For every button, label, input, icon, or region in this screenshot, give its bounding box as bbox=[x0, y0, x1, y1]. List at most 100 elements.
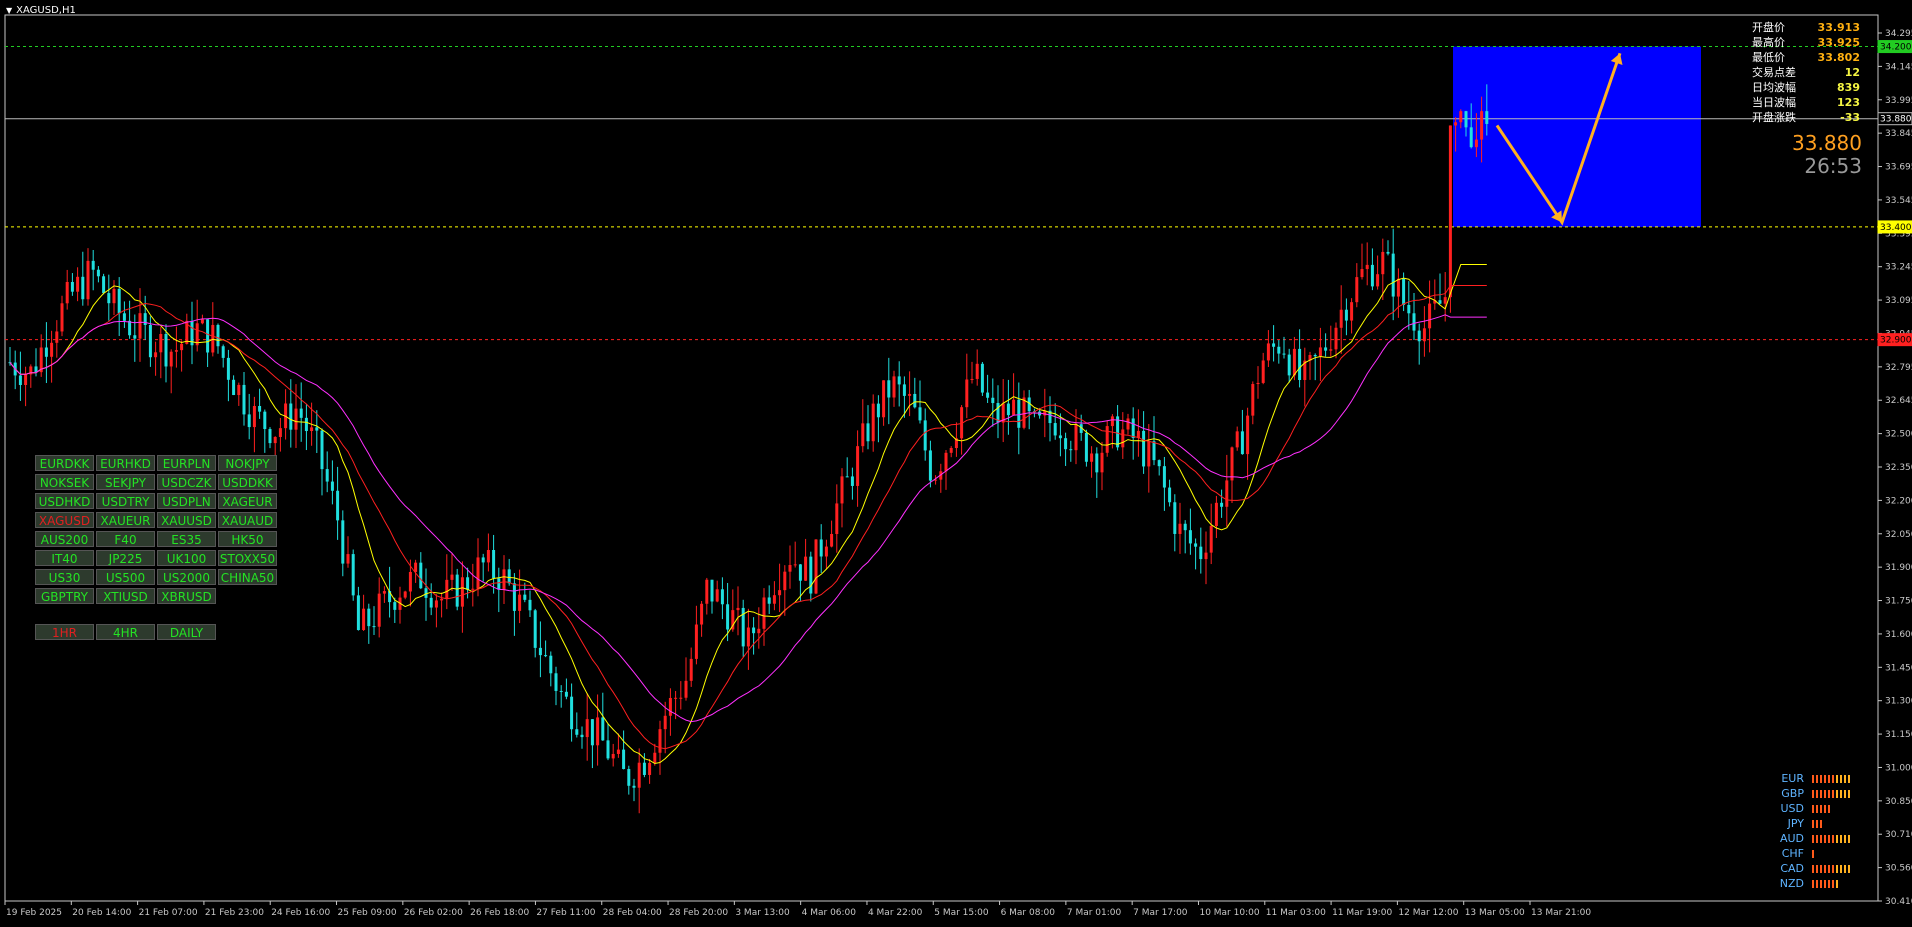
currency-name: EUR bbox=[1781, 772, 1804, 785]
candle-body bbox=[1022, 397, 1026, 428]
symbol-button-xauusd[interactable]: XAUUSD bbox=[157, 512, 216, 528]
candle-body bbox=[252, 405, 256, 428]
candle-body bbox=[601, 717, 605, 741]
info-row: 交易点差 12 bbox=[1752, 65, 1860, 80]
x-tick-label: 12 Mar 12:00 bbox=[1398, 908, 1458, 918]
price-chart[interactable]: 34.29534.14533.99533.84533.69533.54533.3… bbox=[0, 0, 1912, 927]
candle-body bbox=[679, 697, 683, 699]
timeframe-button-4hr[interactable]: 4HR bbox=[96, 624, 155, 640]
info-label: 开盘价 bbox=[1752, 21, 1785, 34]
x-tick-label: 11 Mar 03:00 bbox=[1266, 908, 1326, 918]
info-value: 839 bbox=[1837, 81, 1860, 94]
window-title: ▼ XAGUSD,H1 bbox=[6, 5, 76, 16]
candle-body bbox=[1412, 313, 1416, 331]
symbol-button-stoxx50[interactable]: STOXX50 bbox=[218, 550, 277, 566]
symbol-button-sekjpy[interactable]: SEKJPY bbox=[96, 474, 155, 490]
candle-body bbox=[91, 260, 95, 270]
candle-body bbox=[1438, 300, 1442, 304]
x-tick-label: 4 Mar 22:00 bbox=[868, 908, 923, 918]
candle-body bbox=[471, 588, 475, 590]
symbol-button-f40[interactable]: F40 bbox=[96, 531, 155, 547]
strength-bar bbox=[1828, 864, 1830, 873]
candle-body bbox=[351, 554, 355, 596]
candle-body bbox=[705, 579, 709, 604]
candle-body bbox=[1214, 502, 1218, 526]
symbol-button-usdpln[interactable]: USDPLN bbox=[157, 493, 216, 509]
symbol-button-nokjpy[interactable]: NOKJPY bbox=[218, 455, 277, 471]
candle-body bbox=[273, 436, 277, 444]
symbol-button-usdczk[interactable]: USDCZK bbox=[157, 474, 216, 490]
y-tick-label: 30.560 bbox=[1885, 864, 1912, 874]
candle-body bbox=[1142, 430, 1146, 467]
currency-name: USD bbox=[1780, 802, 1804, 815]
symbol-button-xaueur[interactable]: XAUEUR bbox=[96, 512, 155, 528]
window-menu-icon[interactable]: ▼ bbox=[6, 6, 12, 15]
symbol-button-uk100[interactable]: UK100 bbox=[157, 550, 216, 566]
candle-body bbox=[1069, 449, 1073, 451]
symbol-button-eurdkk[interactable]: EURDKK bbox=[35, 455, 94, 471]
strength-bars bbox=[1812, 789, 1850, 798]
symbol-button-aus200[interactable]: AUS200 bbox=[35, 531, 94, 547]
candle-body bbox=[440, 598, 444, 601]
candle-body bbox=[403, 591, 407, 598]
candle-body bbox=[341, 520, 345, 564]
symbol-button-xauaud[interactable]: XAUAUD bbox=[218, 512, 277, 528]
candle-body bbox=[128, 320, 132, 336]
candle-body bbox=[294, 408, 298, 430]
y-tick-label: 31.600 bbox=[1885, 630, 1912, 640]
candle-body bbox=[1090, 453, 1094, 462]
candle-body bbox=[1417, 330, 1421, 342]
symbol-button-xageur[interactable]: XAGEUR bbox=[218, 493, 277, 509]
symbol-button-hk50[interactable]: HK50 bbox=[218, 531, 277, 547]
symbol-button-usdhkd[interactable]: USDHKD bbox=[35, 493, 94, 509]
candle-body bbox=[746, 627, 750, 647]
symbol-button-xagusd[interactable]: XAGUSD bbox=[35, 512, 94, 528]
candle-body bbox=[627, 769, 631, 786]
strength-bars bbox=[1812, 849, 1814, 858]
candle-body bbox=[336, 490, 340, 521]
x-tick-label: 26 Feb 02:00 bbox=[404, 908, 463, 918]
chart-window[interactable]: 34.29534.14533.99533.84533.69533.54533.3… bbox=[0, 0, 1912, 927]
candle-body bbox=[1396, 278, 1400, 297]
symbol-button-xtiusd[interactable]: XTIUSD bbox=[96, 588, 155, 604]
candle-body bbox=[809, 556, 813, 594]
strength-bars bbox=[1812, 819, 1822, 828]
timeframe-button-1hr[interactable]: 1HR bbox=[35, 624, 94, 640]
strength-bar bbox=[1836, 879, 1838, 888]
info-label: 最低价 bbox=[1752, 51, 1785, 64]
symbol-button-noksek[interactable]: NOKSEK bbox=[35, 474, 94, 490]
candle-body bbox=[1194, 543, 1198, 547]
symbol-button-eurhkd[interactable]: EURHKD bbox=[96, 455, 155, 471]
candle-body bbox=[616, 749, 620, 754]
candle-body bbox=[148, 324, 152, 358]
symbol-button-jp225[interactable]: JP225 bbox=[96, 550, 155, 566]
symbol-button-gbptry[interactable]: GBPTRY bbox=[35, 588, 94, 604]
symbol-button-us30[interactable]: US30 bbox=[35, 569, 94, 585]
candle-body bbox=[580, 734, 584, 738]
symbol-button-usdtry[interactable]: USDTRY bbox=[96, 493, 155, 509]
candle-body bbox=[1376, 274, 1380, 287]
info-value: 12 bbox=[1844, 66, 1860, 79]
candle-body bbox=[1121, 429, 1125, 448]
level-label: 32.900 bbox=[1880, 336, 1912, 346]
x-tick-label: 10 Mar 10:00 bbox=[1199, 908, 1259, 918]
strength-bar bbox=[1812, 834, 1814, 843]
symbol-button-usddkk[interactable]: USDDKK bbox=[218, 474, 277, 490]
timeframe-button-daily[interactable]: DAILY bbox=[157, 624, 216, 640]
candle-body bbox=[1251, 384, 1255, 416]
candle-body bbox=[528, 599, 532, 611]
symbol-button-us2000[interactable]: US2000 bbox=[157, 569, 216, 585]
symbol-button-it40[interactable]: IT40 bbox=[35, 550, 94, 566]
candle-body bbox=[778, 590, 782, 596]
symbol-button-es35[interactable]: ES35 bbox=[157, 531, 216, 547]
info-value: 33.925 bbox=[1817, 36, 1860, 49]
candle-body bbox=[1339, 309, 1343, 328]
strength-bar bbox=[1836, 774, 1838, 783]
symbol-button-china50[interactable]: CHINA50 bbox=[218, 569, 277, 585]
symbol-button-xbrusd[interactable]: XBRUSD bbox=[157, 588, 216, 604]
symbol-button-us500[interactable]: US500 bbox=[96, 569, 155, 585]
symbol-button-eurpln[interactable]: EURPLN bbox=[157, 455, 216, 471]
candle-body bbox=[133, 335, 137, 339]
candle-body bbox=[237, 384, 241, 396]
x-tick-label: 24 Feb 16:00 bbox=[271, 908, 330, 918]
